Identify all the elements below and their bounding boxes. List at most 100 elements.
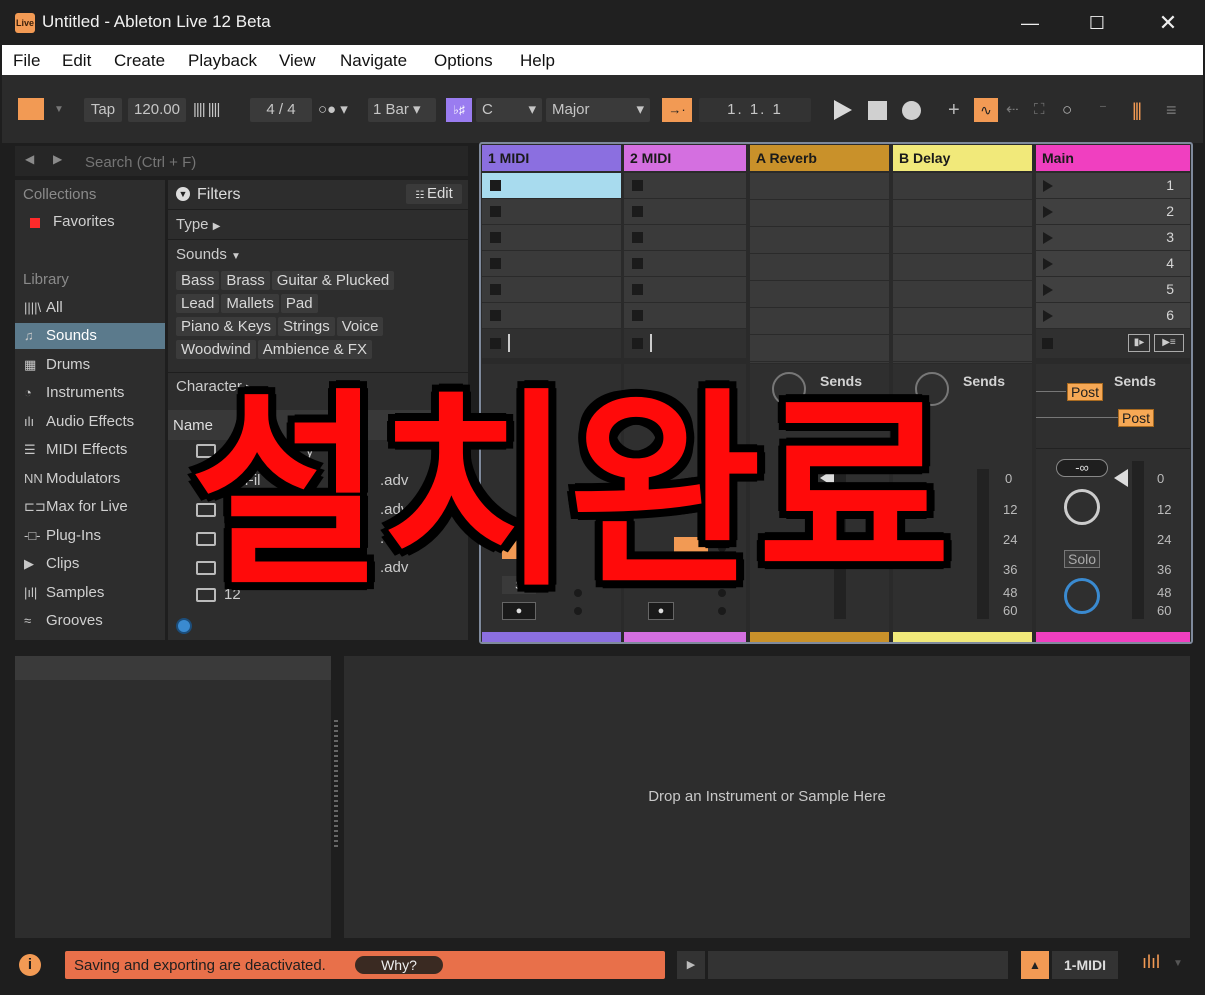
scene-2[interactable]: 2 [1036, 199, 1190, 225]
record-icon[interactable] [902, 101, 921, 120]
track-stop-row[interactable] [624, 329, 746, 359]
track-header-1-midi[interactable]: 1 MIDI [482, 145, 621, 171]
library-item-max-for-live[interactable]: ⊏⊐Max for Live [15, 494, 165, 520]
time-signature[interactable]: 4 / 4 [250, 98, 312, 122]
follow-icon[interactable]: →· [662, 98, 692, 122]
session-record-icon[interactable]: ○ [1062, 98, 1072, 122]
scene-launch-icon[interactable] [1043, 284, 1053, 296]
scene-3[interactable]: 3 [1036, 225, 1190, 251]
main-volume-fader-icon[interactable] [1114, 469, 1128, 487]
stop-button-icon[interactable] [632, 206, 643, 217]
stop-button-icon[interactable] [490, 232, 501, 243]
scale-mode-select[interactable]: Major ▾ [546, 98, 650, 122]
menu-view[interactable]: View [279, 51, 316, 71]
clip-slot[interactable] [624, 225, 746, 251]
scene-launch-icon[interactable] [1043, 206, 1053, 218]
library-item-clips[interactable]: ▶ Clips [15, 551, 165, 577]
tap-tempo-button[interactable]: Tap [84, 98, 122, 122]
library-item-samples[interactable]: |ıl| Samples [15, 580, 165, 606]
tag-brass[interactable]: Brass [221, 271, 270, 290]
library-item-midi-effects[interactable]: ☰ MIDI Effects [15, 437, 165, 463]
scale-root-select[interactable]: C ▾ [476, 98, 542, 122]
stop-button-icon[interactable] [632, 258, 643, 269]
cue-volume-knob-icon[interactable] [1064, 578, 1100, 614]
library-item-grooves[interactable]: ≈ Grooves [15, 608, 165, 634]
tempo-field[interactable]: 120.00 [128, 98, 186, 122]
solo-button[interactable]: Solo [1064, 550, 1100, 568]
post-send-a-button[interactable]: Post [1067, 383, 1104, 401]
stop-all-icon[interactable] [632, 338, 643, 349]
info-icon[interactable]: i [19, 954, 41, 976]
library-item-all[interactable]: ||||\ All [15, 295, 165, 321]
scene-6[interactable]: 6 [1036, 303, 1190, 329]
arrangement-position[interactable]: 1. 1. 1 [699, 98, 811, 122]
post-send-b-button[interactable]: Post [1118, 409, 1155, 427]
clip-slot-selected[interactable] [482, 173, 621, 199]
tag-guitar-plucked[interactable]: Guitar & Plucked [271, 271, 395, 290]
filter-icon[interactable]: ▼ [176, 187, 190, 201]
scene-launch-icon[interactable] [1043, 258, 1053, 270]
type-filter[interactable]: Type ▶ [176, 216, 220, 233]
scene-launch-icon[interactable] [1043, 180, 1053, 192]
clip-slot[interactable] [624, 199, 746, 225]
stop-button-icon[interactable] [490, 206, 501, 217]
play-icon[interactable] [834, 100, 852, 120]
clip-slot[interactable] [624, 277, 746, 303]
scene-5[interactable]: 5 [1036, 277, 1190, 303]
library-item-sounds[interactable]: ♫ Sounds [15, 323, 165, 349]
clip-slot[interactable] [482, 225, 621, 251]
stop-button-icon[interactable] [490, 310, 501, 321]
sounds-filter[interactable]: Sounds ▼ [176, 246, 241, 263]
menu-playback[interactable]: Playback [188, 51, 257, 71]
tag-strings[interactable]: Strings [278, 317, 335, 336]
stop-icon[interactable] [868, 101, 887, 120]
chevron-down-icon[interactable]: ▼ [54, 98, 64, 122]
clip-slot[interactable] [624, 303, 746, 329]
clip-slot[interactable] [482, 277, 621, 303]
metronome-icon[interactable]: ○● ▾ [318, 98, 348, 122]
close-icon[interactable]: ✕ [1148, 8, 1188, 38]
pan-knob-icon[interactable] [1064, 489, 1100, 525]
track-header-main[interactable]: Main [1036, 145, 1190, 171]
track-header-a-reverb[interactable]: A Reverb [750, 145, 889, 171]
up-arrow-icon[interactable]: ▲ [1021, 951, 1049, 979]
maximize-icon[interactable]: ☐ [1077, 8, 1117, 38]
arrangement-view-icon[interactable]: ≡ [1166, 98, 1177, 122]
resize-handle-icon[interactable] [334, 720, 338, 850]
tag-woodwind[interactable]: Woodwind [176, 340, 256, 359]
library-item-modulators[interactable]: NN Modulators [15, 466, 165, 492]
stop-all-icon[interactable] [490, 338, 501, 349]
tag-ambience-fx[interactable]: Ambience & FX [257, 340, 372, 359]
metronome-bars-icon[interactable]: |||| |||| [193, 98, 220, 122]
favorites-item[interactable]: Favorites [53, 213, 115, 230]
chevron-down-icon[interactable]: ▼ [1173, 958, 1183, 969]
menu-help[interactable]: Help [520, 51, 555, 71]
back-to-arrangement-icon[interactable]: ⇠ [1006, 98, 1019, 122]
stop-button-icon[interactable] [632, 310, 643, 321]
stop-button-icon[interactable] [632, 232, 643, 243]
library-item-audio-effects[interactable]: ılı Audio Effects [15, 409, 165, 435]
session-view-icon[interactable]: ||| [1132, 98, 1142, 122]
clip-slot[interactable] [482, 303, 621, 329]
capture-icon[interactable]: ⛶ [1034, 98, 1045, 122]
clip-slot[interactable] [624, 251, 746, 277]
track-stop-row[interactable] [482, 329, 621, 359]
minimize-icon[interactable]: — [1010, 8, 1050, 38]
scene-launch-icon[interactable] [1043, 310, 1053, 322]
stop-button-icon[interactable] [632, 284, 643, 295]
menu-file[interactable]: File [13, 51, 40, 71]
scene-1[interactable]: 1 [1036, 173, 1190, 199]
menu-edit[interactable]: Edit [62, 51, 91, 71]
scene-launch-icon[interactable] [1043, 232, 1053, 244]
menu-create[interactable]: Create [114, 51, 165, 71]
tag-bass[interactable]: Bass [176, 271, 220, 290]
tag-voice[interactable]: Voice [336, 317, 384, 336]
edit-filters-button[interactable]: ☷ Edit [406, 184, 462, 204]
menu-navigate[interactable]: Navigate [340, 51, 407, 71]
track-header-2-midi[interactable]: 2 MIDI [624, 145, 746, 171]
stop-button-icon[interactable] [490, 258, 501, 269]
scene-list-icon[interactable]: ▶≡ [1154, 334, 1184, 352]
stop-all-clips-icon[interactable] [1042, 338, 1053, 349]
clip-slot[interactable] [482, 251, 621, 277]
status-play-icon[interactable]: ▶ [677, 951, 705, 979]
